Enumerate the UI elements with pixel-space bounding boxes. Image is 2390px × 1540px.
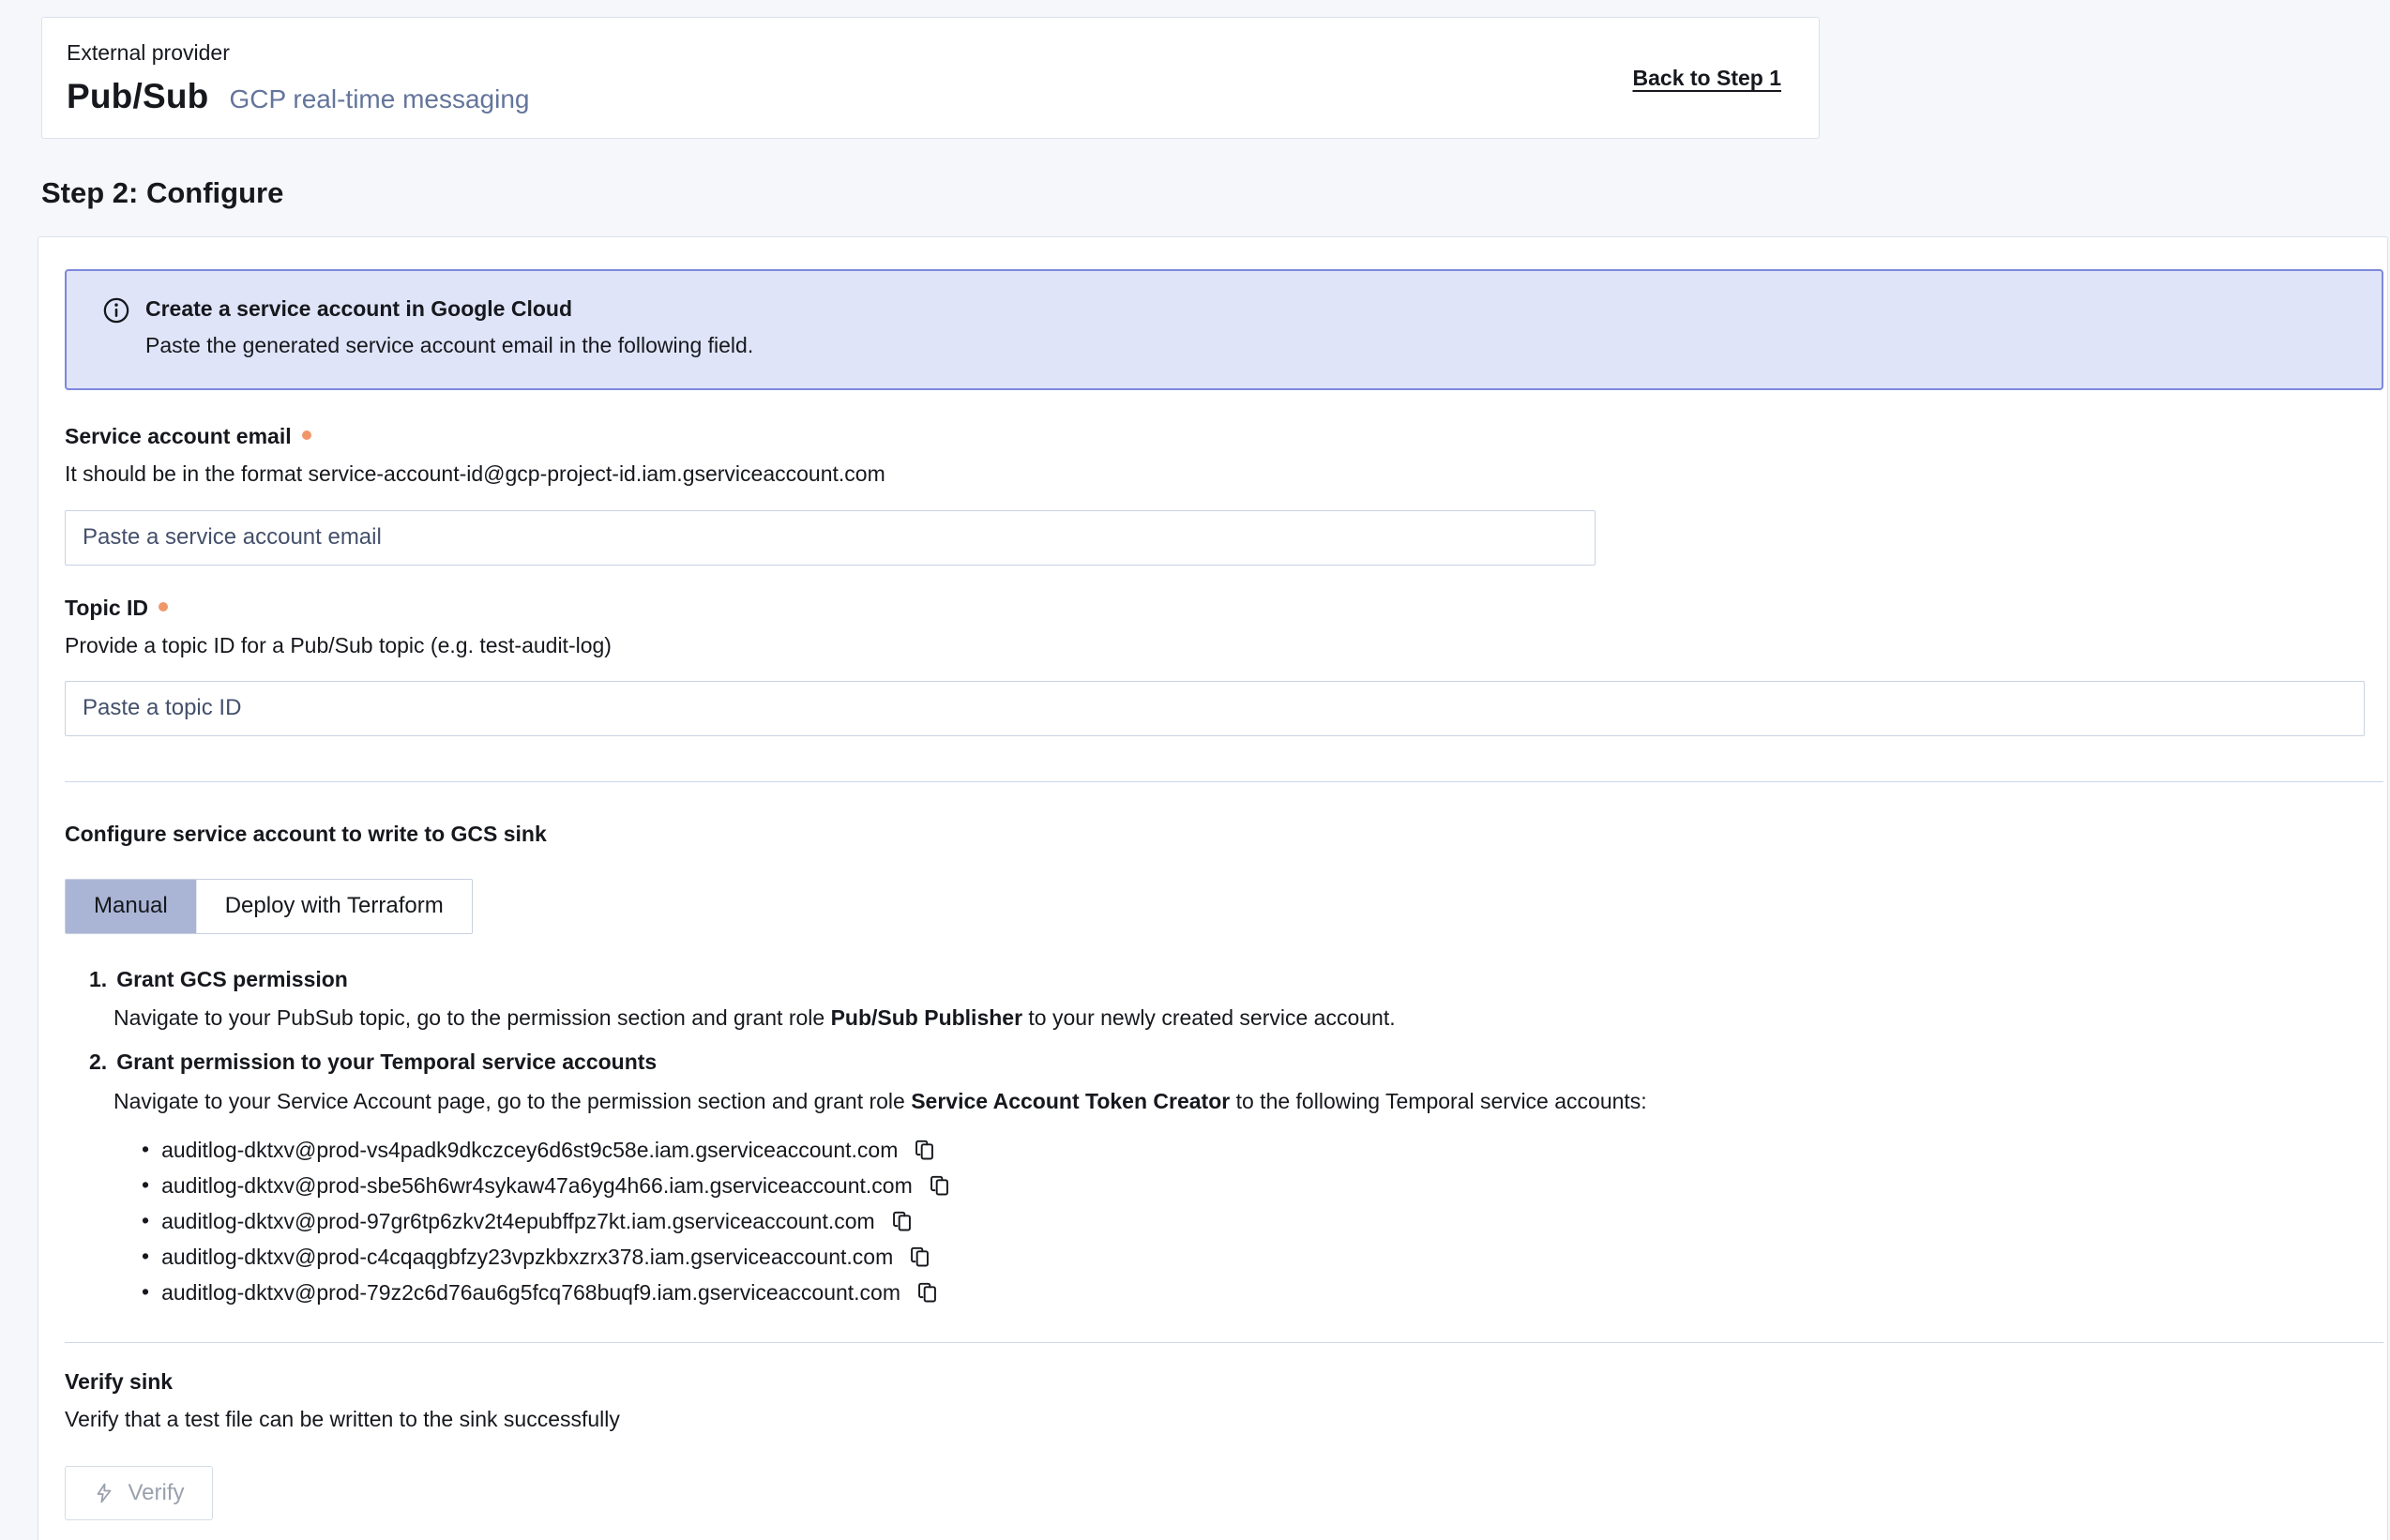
step-body-text: to your newly created service account. <box>1022 1005 1396 1030</box>
topic-id-input[interactable] <box>65 681 2365 736</box>
section-divider <box>65 1342 2383 1343</box>
step-body-text: Navigate to your Service Account page, g… <box>113 1089 911 1113</box>
step-number: 1. <box>89 964 107 995</box>
provider-label: External provider <box>67 40 530 66</box>
tab-deploy-terraform[interactable]: Deploy with Terraform <box>196 880 472 933</box>
configure-section-heading: Configure service account to write to GC… <box>65 822 2382 847</box>
bullet: • <box>142 1174 149 1196</box>
section-divider <box>65 781 2383 782</box>
provider-card: External provider Pub/Sub GCP real-time … <box>41 17 1820 139</box>
step-body-text: Navigate to your PubSub topic, go to the… <box>113 1005 831 1030</box>
verify-sink-heading: Verify sink <box>65 1369 2382 1395</box>
provider-subtitle: GCP real-time messaging <box>229 84 529 114</box>
verify-button-label: Verify <box>128 1480 184 1506</box>
required-dot <box>302 430 311 440</box>
configure-card: Create a service account in Google Cloud… <box>38 236 2388 1540</box>
service-account-list: • auditlog-dktxv@prod-vs4padk9dkczcey6d6… <box>142 1132 2382 1310</box>
service-account-email-help: It should be in the format service-accou… <box>65 459 2382 489</box>
step-title: Grant permission to your Temporal servic… <box>116 1047 657 1078</box>
topic-id-label: Topic ID <box>65 596 148 621</box>
step-grant-temporal-permission: 2. Grant permission to your Temporal ser… <box>89 1047 2382 1310</box>
service-account-email: auditlog-dktxv@prod-c4cqaqgbfzy23vpzkbxz… <box>161 1245 893 1270</box>
verify-sink-description: Verify that a test file can be written t… <box>65 1404 2382 1434</box>
required-dot <box>159 602 168 611</box>
bullet: • <box>142 1246 149 1267</box>
service-account-email: auditlog-dktxv@prod-97gr6tp6zkv2t4epubff… <box>161 1209 875 1234</box>
service-account-email: auditlog-dktxv@prod-vs4padk9dkczcey6d6st… <box>161 1138 898 1163</box>
role-name: Service Account Token Creator <box>911 1089 1230 1113</box>
bullet: • <box>142 1139 149 1160</box>
copy-icon[interactable] <box>889 1209 915 1234</box>
step-body: Navigate to your PubSub topic, go to the… <box>113 1003 2382 1034</box>
configure-steps: 1. Grant GCS permission Navigate to your… <box>89 964 2382 1310</box>
info-alert: Create a service account in Google Cloud… <box>65 269 2383 390</box>
step-body-text: to the following Temporal service accoun… <box>1230 1089 1646 1113</box>
copy-icon[interactable] <box>915 1280 940 1306</box>
bullet: • <box>142 1281 149 1303</box>
step-number: 2. <box>89 1047 107 1078</box>
provider-info: External provider Pub/Sub GCP real-time … <box>67 40 530 116</box>
zap-icon <box>93 1480 115 1506</box>
service-account-item: • auditlog-dktxv@prod-79z2c6d76au6g5fcq7… <box>142 1275 2382 1310</box>
step-grant-gcs-permission: 1. Grant GCS permission Navigate to your… <box>89 964 2382 1034</box>
copy-icon[interactable] <box>927 1173 952 1199</box>
service-account-item: • auditlog-dktxv@prod-97gr6tp6zkv2t4epub… <box>142 1203 2382 1239</box>
service-account-item: • auditlog-dktxv@prod-c4cqaqgbfzy23vpzkb… <box>142 1239 2382 1275</box>
service-account-email: auditlog-dktxv@prod-79z2c6d76au6g5fcq768… <box>161 1280 900 1306</box>
copy-icon[interactable] <box>912 1138 937 1163</box>
tab-manual[interactable]: Manual <box>66 880 196 933</box>
role-name: Pub/Sub Publisher <box>831 1005 1022 1030</box>
copy-icon[interactable] <box>907 1245 932 1270</box>
step-title: Grant GCS permission <box>116 964 348 995</box>
alert-body: Paste the generated service account emai… <box>145 330 753 360</box>
service-account-item: • auditlog-dktxv@prod-sbe56h6wr4sykaw47a… <box>142 1168 2382 1203</box>
step-body: Navigate to your Service Account page, g… <box>113 1086 2382 1117</box>
service-account-item: • auditlog-dktxv@prod-vs4padk9dkczcey6d6… <box>142 1132 2382 1168</box>
alert-title: Create a service account in Google Cloud <box>145 294 753 324</box>
info-icon <box>102 294 130 360</box>
bullet: • <box>142 1210 149 1231</box>
service-account-email-label: Service account email <box>65 424 292 449</box>
service-account-email: auditlog-dktxv@prod-sbe56h6wr4sykaw47a6y… <box>161 1173 913 1199</box>
service-account-email-input[interactable] <box>65 510 1596 566</box>
topic-id-help: Provide a topic ID for a Pub/Sub topic (… <box>65 630 2382 660</box>
provider-name: Pub/Sub <box>67 77 208 116</box>
back-to-step1-link[interactable]: Back to Step 1 <box>1633 66 1782 91</box>
page-title: Step 2: Configure <box>41 176 2390 210</box>
verify-button[interactable]: Verify <box>65 1466 213 1520</box>
configure-tab-bar: Manual Deploy with Terraform <box>65 879 473 934</box>
